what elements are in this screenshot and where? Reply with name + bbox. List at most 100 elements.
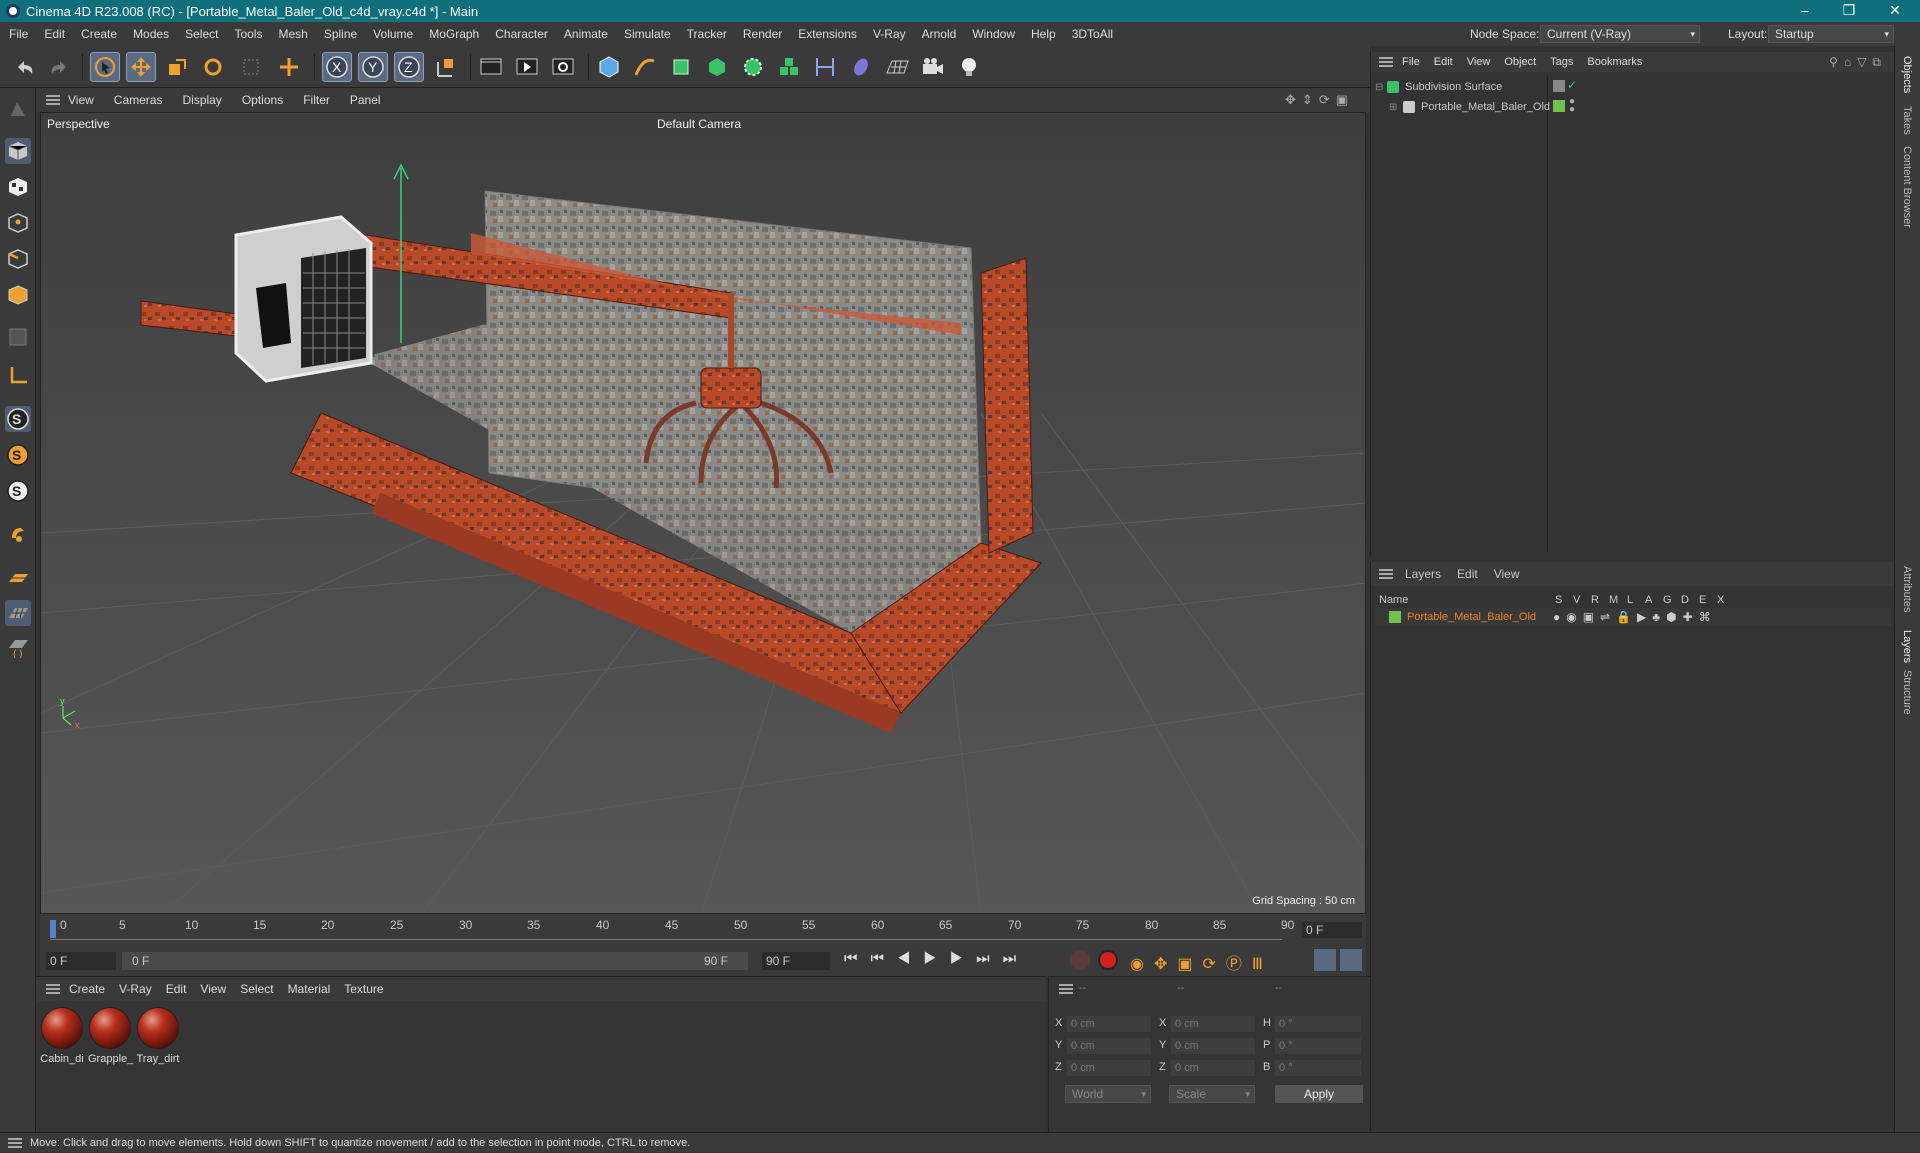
- record-icon[interactable]: [1070, 950, 1090, 970]
- object-row[interactable]: ⊞ Portable_Metal_Baler_Old: [1389, 98, 1550, 116]
- render-view-icon[interactable]: [476, 52, 506, 82]
- visibility-dots-icon[interactable]: ● ●: [1569, 97, 1575, 115]
- select-rect-icon[interactable]: [236, 52, 266, 82]
- z-axis-icon[interactable]: Z: [394, 52, 424, 82]
- grid-plane-icon[interactable]: [5, 600, 31, 626]
- viewport-menu-filter[interactable]: Filter: [293, 93, 340, 107]
- menu-mograph[interactable]: MoGraph: [421, 27, 487, 41]
- select-cursor-icon[interactable]: [90, 52, 120, 82]
- light-icon[interactable]: [954, 52, 984, 82]
- snap-icon[interactable]: S: [5, 406, 31, 432]
- snap-settings-icon[interactable]: S: [5, 442, 31, 468]
- workplane-icon[interactable]: [5, 566, 31, 592]
- layer-color-icon[interactable]: [1389, 611, 1401, 623]
- viewport-menu-view[interactable]: View: [58, 93, 104, 107]
- autokey-icon[interactable]: [1098, 950, 1118, 970]
- tab-takes[interactable]: Takes: [1901, 106, 1913, 135]
- viewport-camera-label[interactable]: Default Camera: [657, 117, 741, 131]
- size-z-field[interactable]: 0 cm: [1171, 1060, 1255, 1076]
- menu-render[interactable]: Render: [735, 27, 790, 41]
- layer-name[interactable]: Portable_Metal_Baler_Old: [1407, 611, 1536, 623]
- edge-mode-icon[interactable]: [5, 246, 31, 272]
- cube-icon[interactable]: [594, 52, 624, 82]
- workplane-snap-icon[interactable]: S: [5, 478, 31, 504]
- make-editable-icon[interactable]: [5, 96, 31, 122]
- obj-menu-tags[interactable]: Tags: [1543, 56, 1580, 68]
- menu-animate[interactable]: Animate: [556, 27, 616, 41]
- magnet-icon[interactable]: [5, 522, 31, 548]
- range-slider[interactable]: 0 F 90 F: [122, 952, 748, 970]
- y-axis-icon[interactable]: Y: [358, 52, 388, 82]
- hamburger-icon[interactable]: [8, 1138, 22, 1148]
- rot-p-field[interactable]: 0 °: [1275, 1038, 1361, 1054]
- menu-create[interactable]: Create: [73, 27, 125, 41]
- playback-buttons[interactable]: ⏮⏮◀▶▶⏭⏭: [844, 950, 1029, 967]
- mat-menu-vray[interactable]: V-Ray: [112, 982, 159, 996]
- tab-content-browser[interactable]: Content Browser: [1901, 146, 1913, 228]
- axis-mode-icon[interactable]: [5, 362, 31, 388]
- layer-color-icon[interactable]: [1553, 100, 1565, 112]
- subdivision-surface-icon[interactable]: [666, 52, 696, 82]
- polygon-mode-icon[interactable]: [5, 282, 31, 308]
- apply-button[interactable]: Apply: [1275, 1085, 1363, 1103]
- rot-b-field[interactable]: 0 °: [1275, 1060, 1361, 1076]
- menu-edit[interactable]: Edit: [36, 27, 73, 41]
- hamburger-icon[interactable]: [1059, 984, 1073, 994]
- timeline-ruler[interactable]: 0 5 10 15 20 25 30 35 40 45 50 55 60 65 …: [40, 914, 1366, 946]
- expand-icon[interactable]: ⊟: [1375, 82, 1387, 93]
- mat-menu-select[interactable]: Select: [233, 982, 280, 996]
- material-swatch[interactable]: Grapple_: [88, 1005, 133, 1065]
- mat-menu-edit[interactable]: Edit: [159, 982, 194, 996]
- viewport-menu-options[interactable]: Options: [232, 93, 293, 107]
- pen-spline-icon[interactable]: [630, 52, 660, 82]
- menu-mesh[interactable]: Mesh: [270, 27, 315, 41]
- world-dropdown[interactable]: World ▾: [1065, 1085, 1151, 1103]
- hamburger-icon[interactable]: [1379, 569, 1393, 579]
- layer-menu-layers[interactable]: Layers: [1397, 567, 1449, 581]
- render-settings-icon[interactable]: [548, 52, 578, 82]
- move-tool-icon[interactable]: [126, 52, 156, 82]
- viewport-perspective-label[interactable]: Perspective: [47, 117, 110, 131]
- lock-workplane-icon[interactable]: ( ): [5, 634, 31, 660]
- cloner-icon[interactable]: [738, 52, 768, 82]
- restore-icon[interactable]: ❐: [1826, 0, 1872, 22]
- tab-objects[interactable]: Objects: [1901, 56, 1913, 93]
- start-frame-field[interactable]: 0 F: [46, 952, 116, 970]
- tab-attributes[interactable]: Attributes: [1901, 566, 1913, 612]
- coordinate-system-icon[interactable]: [430, 52, 460, 82]
- viewport-menu-cameras[interactable]: Cameras: [104, 93, 173, 107]
- object-row[interactable]: ⊟ Subdivision Surface: [1375, 78, 1502, 96]
- 3d-viewport[interactable]: y x Perspective Default Camera Grid Spac…: [40, 112, 1366, 914]
- mat-menu-create[interactable]: Create: [62, 982, 112, 996]
- obj-menu-object[interactable]: Object: [1497, 56, 1543, 68]
- camera-icon[interactable]: [918, 52, 948, 82]
- hamburger-icon[interactable]: [1379, 57, 1393, 67]
- layer-flag-toggles[interactable]: ●◉▣⇌🔒▶♣⬢✚⌘: [1553, 610, 1717, 624]
- mat-menu-view[interactable]: View: [193, 982, 233, 996]
- size-y-field[interactable]: 0 cm: [1171, 1038, 1255, 1054]
- hamburger-icon[interactable]: [46, 95, 60, 105]
- obj-menu-view[interactable]: View: [1460, 56, 1498, 68]
- menu-arnold[interactable]: Arnold: [914, 27, 965, 41]
- layer-menu-edit[interactable]: Edit: [1449, 567, 1486, 581]
- mograph-icon[interactable]: [774, 52, 804, 82]
- viewport-nav-icons[interactable]: ✥⇕⟳▣: [1285, 92, 1354, 108]
- floor-icon[interactable]: [882, 52, 912, 82]
- deformer-icon[interactable]: [810, 52, 840, 82]
- menu-character[interactable]: Character: [487, 27, 556, 41]
- undo-icon[interactable]: [10, 52, 40, 82]
- current-frame-field[interactable]: 0 F: [1302, 922, 1362, 938]
- minimize-icon[interactable]: –: [1782, 0, 1828, 22]
- field-icon[interactable]: [846, 52, 876, 82]
- viewport-menu-display[interactable]: Display: [172, 93, 231, 107]
- extrude-icon[interactable]: [702, 52, 732, 82]
- point-mode-icon[interactable]: [5, 210, 31, 236]
- tab-structure[interactable]: Structure: [1901, 670, 1913, 715]
- enabled-check-icon[interactable]: ✓: [1567, 78, 1577, 92]
- end-frame-field[interactable]: 90 F: [762, 952, 830, 970]
- close-icon[interactable]: ✕: [1872, 0, 1918, 22]
- pos-x-field[interactable]: 0 cm: [1067, 1016, 1151, 1032]
- add-icon[interactable]: [274, 52, 304, 82]
- material-swatch[interactable]: Cabin_di: [40, 1005, 84, 1065]
- layer-menu-view[interactable]: View: [1486, 567, 1528, 581]
